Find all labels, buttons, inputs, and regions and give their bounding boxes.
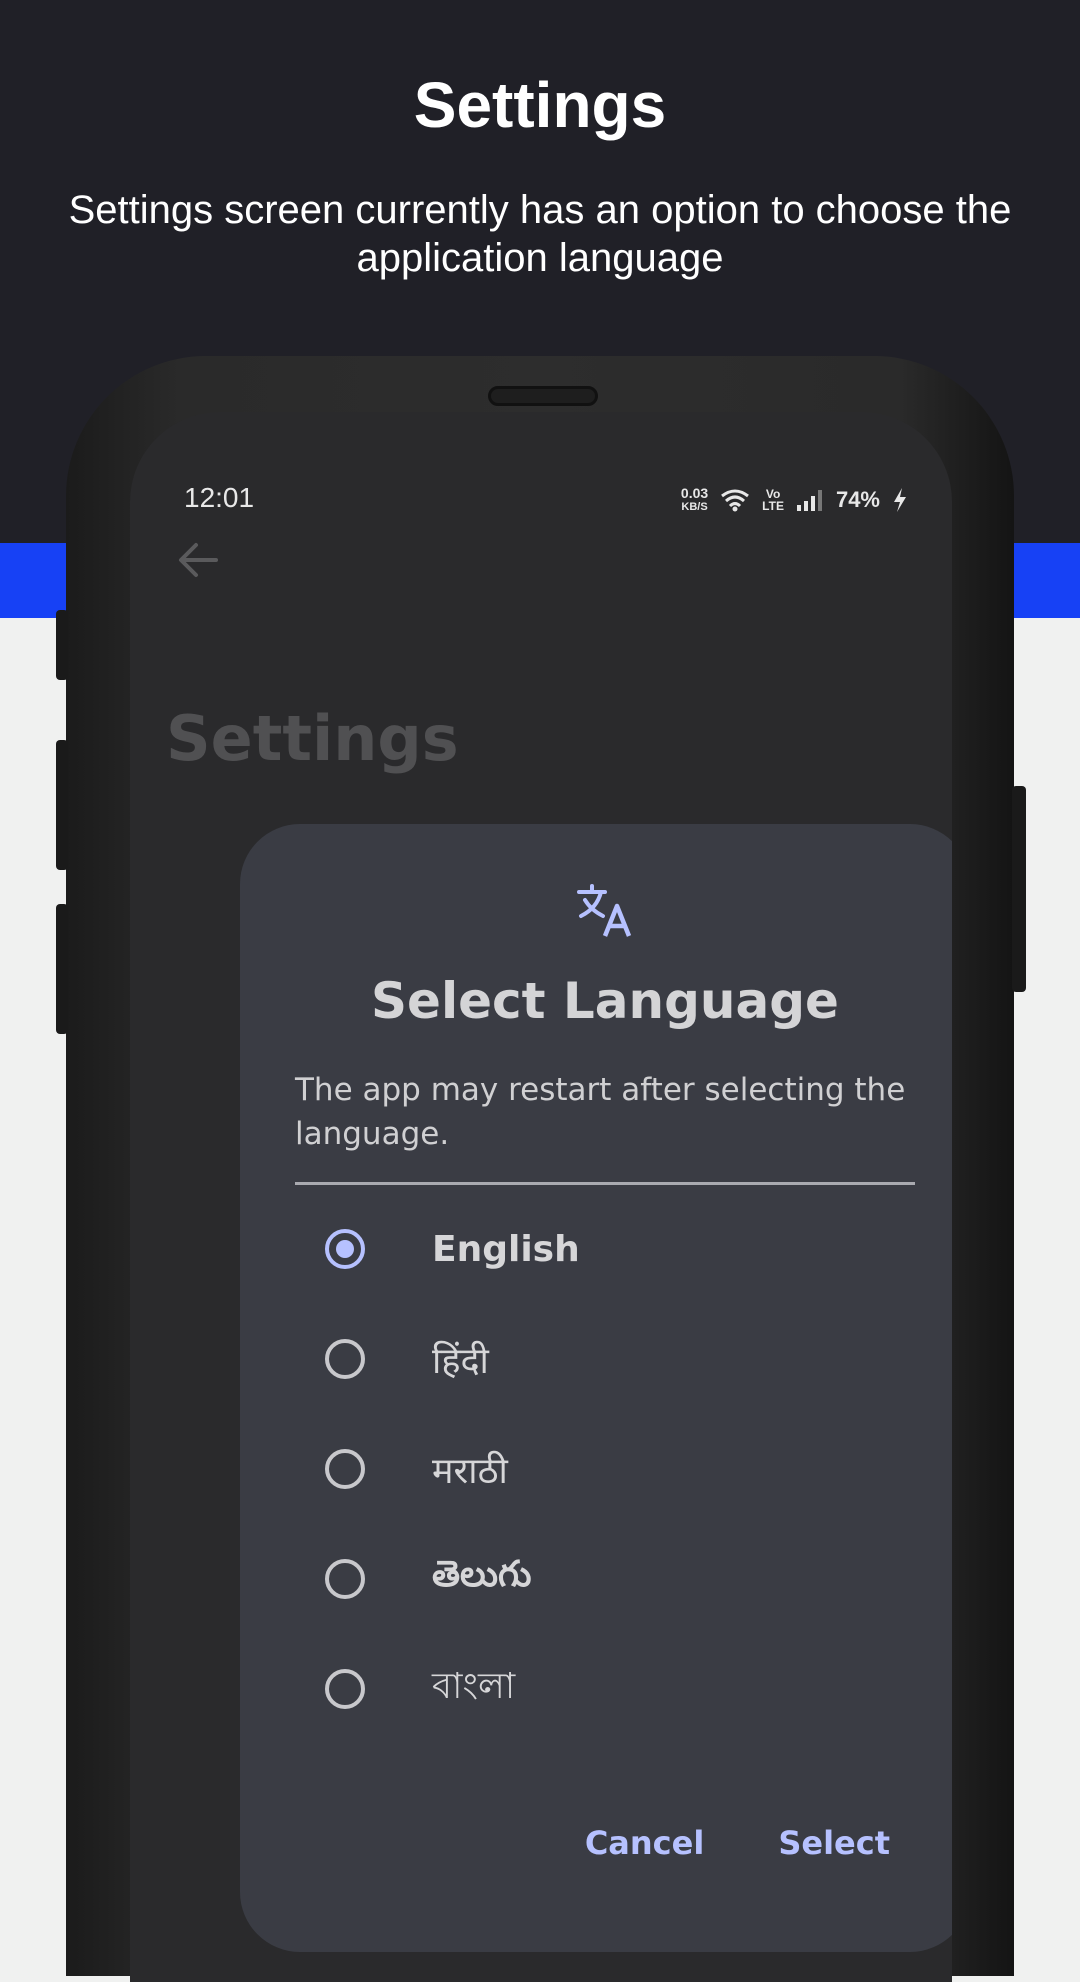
volte-icon: Vo LTE — [762, 488, 784, 512]
page-subtitle: Settings screen currently has an option … — [68, 188, 1012, 280]
language-label: বাংলা — [432, 1666, 516, 1707]
translate-icon — [577, 884, 632, 937]
language-label: हिंदी — [432, 1340, 489, 1382]
dialog-message: The app may restart after selecting the … — [295, 1072, 906, 1152]
dialog-divider — [295, 1182, 915, 1185]
language-label: मराठी — [432, 1450, 508, 1492]
radio-unselected[interactable] — [325, 1449, 365, 1489]
radio-unselected[interactable] — [325, 1339, 365, 1379]
phone-volume-down-button — [56, 904, 68, 1034]
back-arrow-icon[interactable] — [170, 532, 226, 588]
radio-unselected[interactable] — [325, 1669, 365, 1709]
radio-unselected[interactable] — [325, 1559, 365, 1599]
charging-icon — [894, 488, 906, 512]
select-button[interactable]: Select — [778, 1824, 890, 1862]
volte-bottom: LTE — [762, 499, 784, 513]
language-label: English — [432, 1228, 580, 1270]
battery-level: 74% — [835, 487, 880, 512]
phone-power-button — [1012, 786, 1026, 992]
wifi-icon — [721, 489, 750, 512]
cancel-button[interactable]: Cancel — [585, 1824, 705, 1862]
signal-icon — [796, 490, 822, 511]
language-option-telugu[interactable]: తెలుగు — [240, 1524, 952, 1634]
status-time: 12:01 — [184, 482, 255, 513]
language-option-bengali[interactable]: বাংলা — [240, 1634, 952, 1744]
dialog-title: Select Language — [371, 972, 839, 1030]
page-title: Settings — [413, 69, 667, 141]
status-icons: 0.03 KB/S Vo LTE 74% — [681, 482, 908, 518]
screen-title: Settings — [166, 702, 459, 775]
phone-volume-up-button — [56, 740, 68, 870]
network-speed: 0.03 KB/S — [681, 486, 708, 514]
language-option-english[interactable]: English — [240, 1194, 952, 1304]
phone-speaker — [488, 386, 598, 406]
language-option-hindi[interactable]: हिंदी — [240, 1304, 952, 1414]
language-option-marathi[interactable]: मराठी — [240, 1414, 952, 1524]
dialog-actions: Cancel Select — [585, 1824, 890, 1862]
phone-screen: 12:01 0.03 KB/S Vo LTE 74% Settings Sele… — [130, 412, 952, 1982]
language-label: తెలుగు — [432, 1554, 532, 1595]
network-speed-value: 0.03 — [680, 485, 709, 501]
phone-side-button — [56, 610, 68, 680]
language-dialog: Select Language The app may restart afte… — [240, 824, 952, 1952]
phone-frame: 12:01 0.03 KB/S Vo LTE 74% Settings Sele… — [56, 356, 1026, 1982]
network-speed-unit: KB/S — [681, 501, 708, 513]
radio-selected[interactable] — [325, 1229, 365, 1269]
